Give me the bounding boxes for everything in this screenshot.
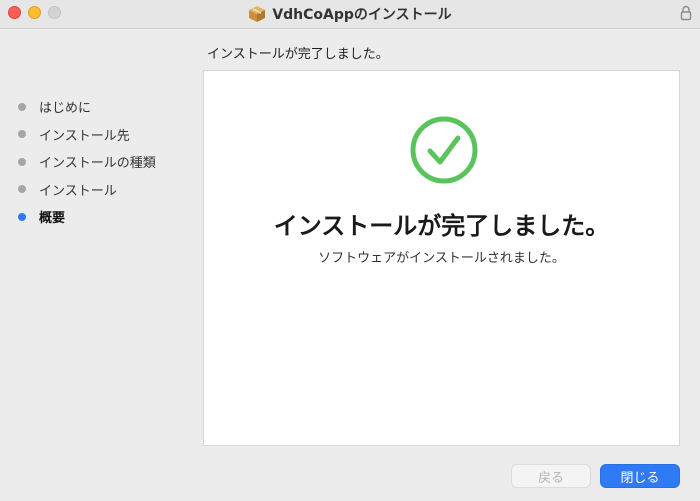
close-button[interactable]: 閉じる: [600, 464, 680, 488]
step-label: インストールの種類: [39, 156, 156, 172]
step-label: 概要: [39, 211, 66, 227]
sidebar-step-installation-type: インストールの種類: [14, 148, 194, 176]
completion-title: インストールが完了しました。: [273, 212, 610, 240]
sidebar-step-destination: インストール先: [14, 121, 194, 149]
completion-subtitle: ソフトウェアがインストールされました。: [318, 251, 565, 266]
installer-window: VdhCoAppのインストール インストールが完了しました。 はじめに インスト…: [0, 0, 700, 501]
content-panel: インストールが完了しました。 ソフトウェアがインストールされました。: [203, 70, 680, 446]
step-label: インストール: [39, 183, 117, 199]
sidebar-step-summary: 概要: [14, 203, 194, 231]
step-indicator-dot: [18, 102, 26, 111]
window-title-group: VdhCoAppのインストール: [0, 0, 700, 28]
lock-icon: [680, 5, 692, 21]
package-icon: [249, 6, 266, 22]
back-button: 戻る: [511, 464, 591, 488]
sidebar-step-introduction: はじめに: [14, 93, 194, 121]
step-indicator-dot: [18, 130, 26, 139]
title-bar: VdhCoAppのインストール: [0, 0, 700, 29]
status-header: インストールが完了しました。: [207, 47, 389, 62]
step-indicator-dot: [18, 157, 26, 166]
window-title: VdhCoAppのインストール: [272, 7, 452, 23]
step-sidebar: はじめに インストール先 インストールの種類 インストール 概要: [14, 93, 194, 231]
sidebar-step-installation: インストール: [14, 176, 194, 204]
step-indicator-dot: [18, 185, 26, 194]
checkmark-circle-icon: [410, 116, 478, 184]
step-indicator-dot-active: [18, 212, 26, 221]
step-label: はじめに: [39, 101, 92, 117]
step-label: インストール先: [39, 128, 130, 144]
